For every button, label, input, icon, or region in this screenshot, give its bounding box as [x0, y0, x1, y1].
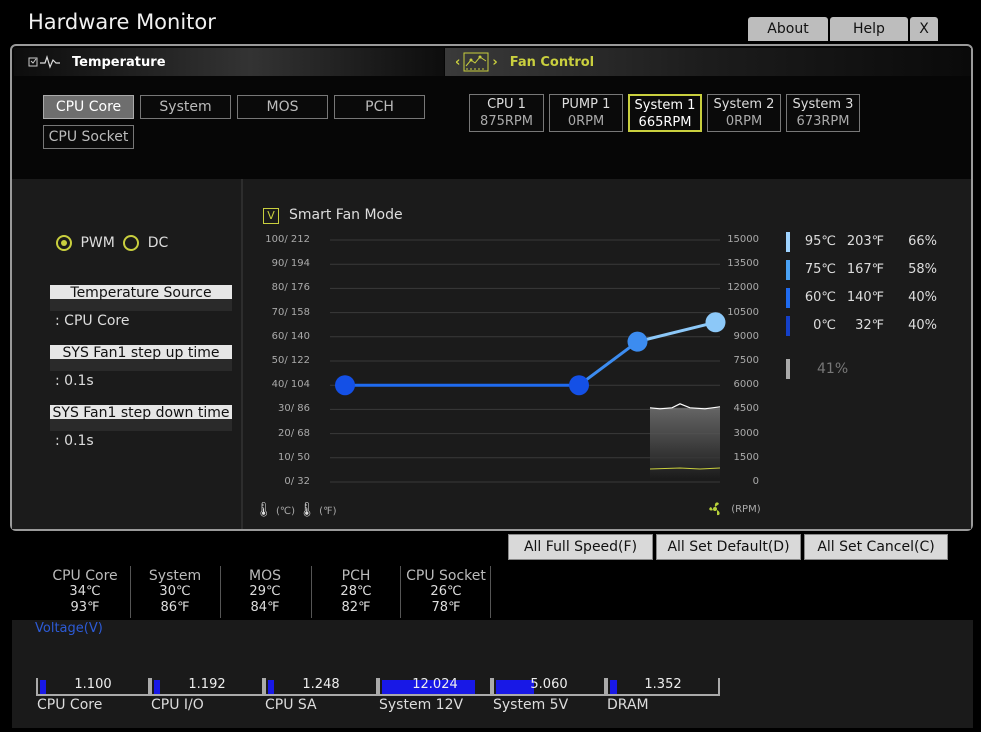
- temp-readout-c: 26℃: [430, 584, 462, 599]
- voltage-bar: 1.248: [264, 677, 378, 696]
- temp-readout-f: 78℉: [431, 600, 461, 615]
- voltage-value: 1.192: [188, 677, 226, 692]
- all-full-speed-button[interactable]: All Full Speed(F): [508, 534, 653, 560]
- thermometer-icon: 🌡: [255, 502, 273, 518]
- thermometer-icon: 🌡: [298, 502, 316, 518]
- legend-row: 75℃ 167℉ 58%: [786, 260, 946, 280]
- curve-point: [569, 375, 589, 396]
- fahrenheit-unit: (℉): [319, 506, 337, 517]
- temp-readout-name: CPU Socket: [406, 568, 486, 584]
- legend-c: 0℃: [813, 318, 836, 333]
- voltage-value: 1.352: [644, 677, 682, 692]
- temp-readout-f: 86℉: [160, 600, 190, 615]
- voltage-bar: 1.192: [150, 677, 264, 696]
- legend-row: 0℃ 32℉ 40%: [786, 316, 946, 336]
- legend-pct: 66%: [908, 234, 937, 249]
- temp-readout-name: PCH: [341, 568, 371, 584]
- voltage-value: 5.060: [530, 677, 568, 692]
- celsius-unit: (℃): [275, 506, 296, 517]
- legend-row: 95℃ 203℉ 66%: [786, 232, 946, 252]
- divider: [311, 566, 312, 618]
- fan-icon: [709, 502, 720, 516]
- voltage-name: CPU SA: [265, 697, 317, 713]
- legend-row: 60℃ 140℉ 40%: [786, 288, 946, 308]
- legend-pct: 40%: [908, 318, 937, 333]
- divider: [490, 566, 491, 618]
- temp-readout-c: 30℃: [159, 584, 191, 599]
- temp-unit-labels: 🌡 (℃) 🌡 (℉): [255, 502, 337, 518]
- current-pct-value: 41%: [817, 361, 849, 377]
- voltage-bar: 12.024: [378, 677, 492, 696]
- voltage-name: DRAM: [607, 697, 649, 713]
- voltage-value: 1.248: [302, 677, 340, 692]
- temp-readout-c: 29℃: [249, 584, 281, 599]
- legend-color-bar: [786, 316, 790, 336]
- legend-color-bar: [786, 260, 790, 280]
- temp-readout-name: CPU Core: [52, 568, 118, 584]
- legend-c: 95℃: [804, 234, 836, 249]
- legend-c: 75℃: [804, 262, 836, 277]
- curve-segment: [637, 320, 716, 344]
- voltage-value: 12.024: [412, 677, 458, 692]
- voltage-name: System 5V: [493, 697, 569, 713]
- voltage-value: 1.100: [74, 677, 112, 692]
- legend-f: 32℉: [855, 318, 884, 333]
- divider: [130, 566, 131, 618]
- curve-point: [705, 312, 726, 333]
- voltage-bar: 1.100: [36, 677, 150, 696]
- temp-readout-mos: MOS 29℃ 84℉: [228, 568, 302, 616]
- voltage-name: System 12V: [379, 697, 464, 713]
- temp-readout-name: MOS: [249, 568, 281, 584]
- voltage-bar: 5.060: [492, 677, 606, 696]
- divider: [220, 566, 221, 618]
- temp-readout-c: 34℃: [69, 584, 101, 599]
- legend-f: 203℉: [846, 234, 884, 249]
- curve-segment: [578, 340, 639, 387]
- rpm-unit: (RPM): [731, 504, 761, 515]
- temp-readout-system: System 30℃ 86℉: [138, 568, 212, 616]
- temp-readout-f: 82℉: [341, 600, 371, 615]
- temp-readout-pch: PCH 28℃ 82℉: [319, 568, 393, 616]
- voltage-name: CPU Core: [37, 697, 103, 713]
- divider: [400, 566, 401, 618]
- legend-f: 140℉: [846, 290, 884, 305]
- all-set-cancel-button[interactable]: All Set Cancel(C): [804, 534, 948, 560]
- all-set-default-button[interactable]: All Set Default(D): [656, 534, 801, 560]
- rpm-unit-label: (RPM): [706, 500, 761, 518]
- temp-readout-f: 93℉: [70, 600, 100, 615]
- voltage-name: CPU I/O: [151, 697, 204, 713]
- legend-f: 167℉: [846, 262, 884, 277]
- current-pct-bar: [786, 359, 790, 379]
- legend-color-bar: [786, 288, 790, 308]
- temp-readout-name: System: [148, 568, 202, 584]
- voltage-heading: Voltage(V): [35, 621, 103, 636]
- temp-readout-cpu-socket: CPU Socket 26℃ 78℉: [404, 568, 488, 616]
- legend-pct: 58%: [908, 262, 937, 277]
- legend-c: 60℃: [804, 290, 836, 305]
- temp-readout-c: 28℃: [340, 584, 372, 599]
- curve-point: [627, 331, 648, 352]
- temp-readout-f: 84℉: [250, 600, 280, 615]
- legend-color-bar: [786, 232, 790, 252]
- curve-point: [335, 375, 355, 396]
- legend-pct: 40%: [908, 290, 937, 305]
- temp-readout-cpu-core: CPU Core 34℃ 93℉: [48, 568, 122, 616]
- voltage-bar: 1.352: [606, 677, 720, 696]
